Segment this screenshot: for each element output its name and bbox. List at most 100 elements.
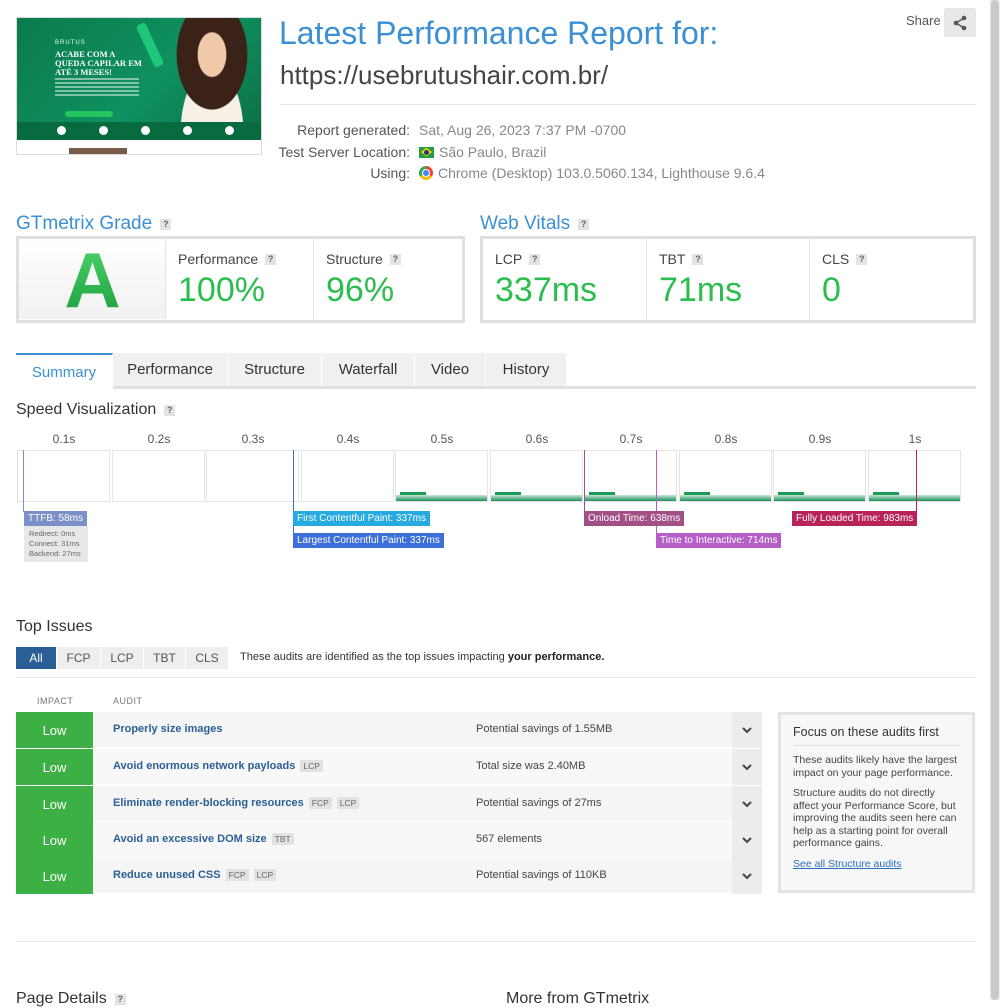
help-icon[interactable]: ? [692,253,704,265]
audit-tag: LCP [253,869,277,881]
structure-label: Structure? [326,251,401,267]
filmstrip-frame[interactable] [112,450,205,502]
help-icon[interactable]: ? [578,218,590,230]
report-title: Latest Performance Report for: [279,15,719,51]
tab-history[interactable]: History [486,353,567,386]
expand-button[interactable] [732,858,762,894]
filter-tbt[interactable]: TBT [144,647,186,669]
lcp-marker: Largest Contentful Paint: 337ms [293,533,444,548]
report-date: Sat, Aug 26, 2023 7:37 PM -0700 [419,122,627,138]
tti-marker: Time to Interactive: 714ms [656,533,782,548]
table-row[interactable]: Low Properly size images Potential savin… [16,712,762,748]
table-row[interactable]: Low Avoid enormous network payloads LCP T… [16,749,762,785]
meta-using: Using: Chrome (Desktop) 103.0.5060.134, … [0,165,1000,183]
focus-panel: Focus on these audits first These audits… [778,712,975,893]
help-icon[interactable]: ? [265,253,277,265]
tab-performance[interactable]: Performance [113,353,228,386]
tick-label: 0.3s [241,432,265,446]
help-icon[interactable]: ? [114,993,126,1005]
audit-name[interactable]: Avoid an excessive DOM size TBT [113,833,294,845]
connect-time: Connect: 31ms [29,539,80,548]
tbt-label: TBT? [659,251,704,267]
thumbnail-headline: ACABE COM A QUEDA CAPILAR EM ATÉ 3 MESES… [55,49,142,77]
impact-badge: Low [16,749,93,785]
structure-cell: Structure? 96% [314,239,462,319]
brazil-flag-icon [419,146,434,158]
tick-label: 0.9s [808,432,832,446]
filmstrip-frame[interactable] [584,450,677,502]
tab-waterfall[interactable]: Waterfall [322,353,415,386]
fully-loaded-line [916,450,917,512]
chevron-down-icon [742,873,752,880]
ttfb-breakdown: Redirect: 0ms Connect: 31ms Backend: 27m… [24,526,88,562]
audit-name[interactable]: Eliminate render-blocking resources FCP LC… [113,797,360,809]
impact-badge: Low [16,822,93,858]
share-button[interactable] [944,8,976,37]
chevron-down-icon [742,764,752,771]
grade-panel: A Performance? 100% Structure? 96% [16,236,465,323]
audit-name[interactable]: Reduce unused CSS FCP LCP [113,869,277,881]
tab-structure[interactable]: Structure [228,353,322,386]
tick-label: 0.5s [430,432,454,446]
filmstrip-frame[interactable] [17,450,110,502]
expand-button[interactable] [732,786,762,822]
expand-button[interactable] [732,712,762,748]
tbt-value: 71ms [659,271,743,309]
expand-button[interactable] [732,822,762,858]
structure-label-text: Structure [326,251,383,267]
audit-detail: Potential savings of 27ms [476,797,602,809]
help-icon[interactable]: ? [160,218,172,230]
filmstrip-frame[interactable] [206,450,299,502]
page-details-text: Page Details [16,990,107,1007]
table-row[interactable]: Low Reduce unused CSS FCP LCP Potential sa… [16,858,762,894]
filter-fcp[interactable]: FCP [57,647,101,669]
filter-note: These audits are identified as the top i… [240,651,604,663]
filmstrip-frame[interactable] [301,450,394,502]
audit-title: Properly size images [113,723,223,735]
filter-lcp[interactable]: LCP [101,647,144,669]
table-row[interactable]: Low Eliminate render-blocking resources F… [16,786,762,822]
tick-label: 1s [908,432,922,446]
help-icon[interactable]: ? [856,253,868,265]
more-from-text: More from GTmetrix [506,990,650,1007]
filmstrip-frame[interactable] [395,450,488,502]
expand-button[interactable] [732,749,762,785]
backend-time: Backend: 27ms [29,549,81,558]
help-icon[interactable]: ? [529,253,541,265]
impact-badge: Low [16,858,93,894]
impact-badge: Low [16,712,93,748]
issues-divider [16,677,976,678]
audit-title: Reduce unused CSS [113,869,221,881]
meta-label: Using: [370,165,410,181]
help-icon[interactable]: ? [389,253,401,265]
help-icon[interactable]: ? [164,404,176,416]
structure-value: 96% [326,271,395,309]
ttfb-marker: TTFB: 58ms [24,511,88,526]
tbt-label-text: TBT [659,251,686,267]
audit-name[interactable]: Properly size images [113,723,222,735]
see-structure-audits-link[interactable]: See all Structure audits [793,858,960,870]
onload-line [584,450,585,512]
ttfb-line [23,450,24,512]
share-icon [953,15,967,30]
audit-title: Eliminate render-blocking resources [113,797,304,809]
fully-loaded-marker: Fully Loaded Time: 983ms [792,511,918,526]
tab-video[interactable]: Video [415,353,486,386]
audit-name[interactable]: Avoid enormous network payloads LCP [113,760,323,772]
filmstrip-frame[interactable] [679,450,772,502]
section-divider [16,941,976,942]
filmstrip-frame[interactable] [490,450,583,502]
redirect-time: Redirect: 0ms [29,529,76,538]
filter-cls[interactable]: CLS [186,647,229,669]
location-text: São Paulo, Brazil [439,144,547,160]
filmstrip-frame[interactable] [773,450,866,502]
filmstrip-frame[interactable] [868,450,961,502]
filter-all[interactable]: All [16,647,57,669]
tbt-cell: TBT? 71ms [647,239,810,319]
grade-letter: A [19,239,166,321]
grade-title-text: GTmetrix Grade [16,213,153,234]
tab-summary[interactable]: Summary [16,353,113,389]
chevron-down-icon [742,801,752,808]
table-row[interactable]: Low Avoid an excessive DOM size TBT 567 e… [16,822,762,858]
meta-report-generated: Report generated: Sat, Aug 26, 2023 7:37… [0,122,1000,140]
